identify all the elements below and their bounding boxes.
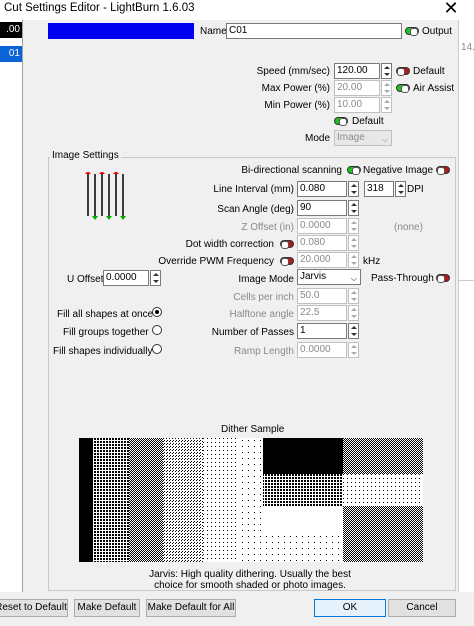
speed-input[interactable]: 120.00 <box>334 63 380 79</box>
ramp-length-spinner[interactable] <box>348 342 359 358</box>
min-power-spinner[interactable] <box>381 97 392 113</box>
line-interval-input[interactable]: 0.080 <box>297 181 347 197</box>
chevron-down-icon: ⌵ <box>381 135 388 144</box>
mode-select[interactable]: Image ⌵ <box>334 130 392 146</box>
image-mode-value: Jarvis <box>300 271 327 282</box>
fill-groups-radio[interactable] <box>152 325 162 335</box>
dot-width-spinner[interactable] <box>348 235 359 251</box>
dpi-spinner[interactable] <box>395 181 406 197</box>
cells-per-inch-input[interactable]: 50.0 <box>297 288 347 304</box>
scan-direction-icon <box>85 172 126 220</box>
max-power-input[interactable]: 20.00 <box>334 80 380 96</box>
ramp-length-input[interactable]: 0.0000 <box>297 342 347 358</box>
bidir-toggle[interactable] <box>347 166 361 175</box>
image-mode-label: Image Mode <box>238 274 294 285</box>
dither-sample-image <box>79 438 423 562</box>
passes-input[interactable]: 1 <box>297 323 347 339</box>
name-label: Name <box>200 26 227 37</box>
air-assist-label: Air Assist <box>413 83 455 94</box>
layer-list[interactable]: .00 01 <box>0 20 23 592</box>
speed-default-label: Default <box>413 66 445 77</box>
make-default-all-button[interactable]: Make Default for All <box>146 599 236 617</box>
ramp-length-label: Ramp Length <box>233 346 294 357</box>
min-power-label: Min Power (%) <box>264 100 330 111</box>
u-offset-spinner[interactable] <box>150 270 161 286</box>
halftone-angle-label: Halftone angle <box>229 309 295 320</box>
reset-default-button[interactable]: Reset to Default <box>0 599 68 617</box>
make-default-button[interactable]: Make Default <box>74 599 140 617</box>
image-settings-title: Image Settings <box>50 150 121 161</box>
fill-all-radio[interactable] <box>152 307 162 317</box>
max-power-label: Max Power (%) <box>261 83 330 94</box>
pwm-toggle[interactable] <box>280 257 294 266</box>
fill-individually-label: Fill shapes individually <box>53 346 153 357</box>
z-offset-label: Z Offset (in) <box>241 222 294 233</box>
mode-select-value: Image <box>337 132 365 143</box>
line-interval-spinner[interactable] <box>348 181 359 197</box>
speed-spinner[interactable] <box>381 63 392 79</box>
negative-image-toggle[interactable] <box>436 166 450 175</box>
z-offset-note: (none) <box>394 222 423 233</box>
pwm-label: Override PWM Frequency <box>158 256 274 267</box>
fill-groups-label: Fill groups together <box>63 327 149 338</box>
max-power-spinner[interactable] <box>381 80 392 96</box>
speed-label: Speed (mm/sec) <box>256 66 330 77</box>
u-offset-input[interactable]: 0.0000 <box>103 270 149 286</box>
scan-angle-input[interactable]: 90 <box>297 200 347 216</box>
line-interval-label: Line Interval (mm) <box>213 184 294 195</box>
dot-width-label: Dot width correction <box>185 239 274 250</box>
scan-angle-spinner[interactable] <box>348 200 359 216</box>
halftone-angle-spinner[interactable] <box>348 305 359 321</box>
fill-all-label: Fill all shapes at once <box>57 309 154 320</box>
cancel-button[interactable]: Cancel <box>388 599 456 617</box>
dither-caption: Jarvis: High quality dithering. Usually … <box>149 569 351 591</box>
passes-label: Number of Passes <box>211 327 294 338</box>
output-label: Output <box>422 26 453 37</box>
title-bar: Cut Settings Editor - LightBurn 1.6.03 ✕ <box>0 0 474 20</box>
z-offset-input[interactable]: 0.0000 <box>297 218 347 234</box>
pass-through-toggle[interactable] <box>436 274 450 283</box>
z-offset-spinner[interactable] <box>348 218 359 234</box>
halftone-angle-input[interactable]: 22.5 <box>297 305 347 321</box>
u-offset-label: U Offset <box>67 274 104 285</box>
dot-width-input[interactable]: 0.080 <box>297 235 347 251</box>
background-divider <box>459 280 474 281</box>
min-power-input[interactable]: 10.00 <box>334 97 380 113</box>
pwm-input[interactable]: 20.000 <box>297 252 347 268</box>
air-assist-toggle[interactable] <box>396 84 410 93</box>
scan-angle-label: Scan Angle (deg) <box>217 204 294 215</box>
passes-spinner[interactable] <box>348 323 359 339</box>
layer-color-swatch[interactable] <box>48 23 194 39</box>
dither-sample-title: Dither Sample <box>221 424 285 435</box>
background-text: 14. <box>461 42 474 53</box>
cells-per-inch-spinner[interactable] <box>348 288 359 304</box>
ok-button[interactable]: OK <box>314 599 386 617</box>
chevron-down-icon: ⌵ <box>350 274 357 283</box>
mode-label: Mode <box>304 133 330 144</box>
fill-individually-radio[interactable] <box>152 344 162 354</box>
cells-per-inch-label: Cells per inch <box>233 292 294 303</box>
pwm-spinner[interactable] <box>348 252 359 268</box>
speed-default-toggle[interactable] <box>396 67 410 76</box>
power-default-toggle[interactable] <box>334 117 348 126</box>
layer-list-item[interactable]: .00 <box>0 22 22 38</box>
dpi-input[interactable]: 318 <box>364 181 394 197</box>
pwm-unit: kHz <box>363 256 381 267</box>
name-input[interactable]: C01 <box>226 23 402 39</box>
layer-list-item[interactable]: 01 <box>0 46 22 62</box>
dpi-label: DPI <box>407 184 424 195</box>
close-icon[interactable]: ✕ <box>436 0 466 18</box>
dot-width-toggle[interactable] <box>280 240 294 249</box>
power-default-label: Default <box>352 116 384 127</box>
pass-through-label: Pass-Through <box>371 273 434 284</box>
image-mode-select[interactable]: Jarvis ⌵ <box>297 269 361 285</box>
negative-image-label: Negative Image <box>363 165 434 176</box>
background-window-edge: 14. <box>458 20 474 592</box>
bidir-label: Bi-directional scanning <box>241 165 342 176</box>
output-toggle[interactable] <box>405 27 419 36</box>
window-title: Cut Settings Editor - LightBurn 1.6.03 <box>4 2 195 14</box>
